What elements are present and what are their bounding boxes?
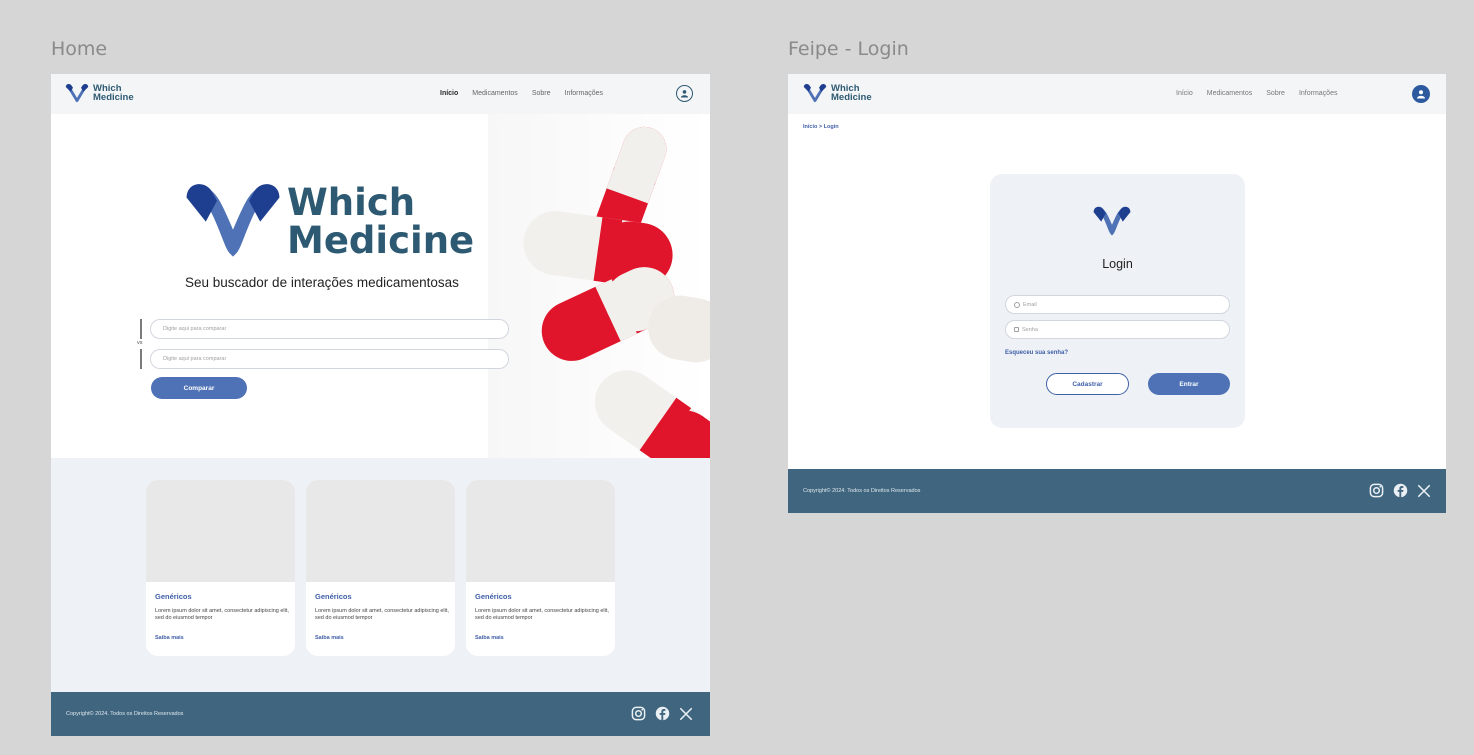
home-nav-menu: Início Medicamentos Sobre Informações (440, 90, 603, 97)
user-account-icon[interactable] (676, 85, 693, 102)
home-frame-label: Home (51, 38, 108, 60)
card-title: Genéricos (315, 592, 352, 601)
home-footer: Copyright© 2024. Todos os Direitos Reser… (51, 692, 710, 736)
breadcrumb[interactable]: Início > Login (803, 124, 839, 130)
card-text: Lorem ipsum dolor sit amet, consectetur … (155, 608, 289, 621)
info-card[interactable]: Genéricos Lorem ipsum dolor sit amet, co… (306, 480, 455, 656)
login-title: Login (1102, 257, 1133, 271)
hero-logo-icon (186, 184, 280, 257)
copyright-text: Copyright© 2024. Todos os Direitos Reser… (66, 711, 184, 717)
login-frame-label: Feipe - Login (788, 38, 909, 60)
register-button[interactable]: Cadastrar (1046, 373, 1129, 395)
forgot-password-link[interactable]: Esqueceu sua senha? (1005, 350, 1068, 356)
brand-name: Which Medicine (831, 84, 872, 103)
navbar-logo[interactable]: Which Medicine (803, 83, 872, 103)
email-field[interactable]: Email (1005, 295, 1230, 314)
compare-input-bar-2 (140, 349, 142, 369)
card-text: Lorem ipsum dolor sit amet, consectetur … (315, 608, 449, 621)
facebook-icon[interactable] (1393, 483, 1408, 498)
hero-tagline: Seu buscador de interações medicamentosa… (185, 275, 459, 290)
lock-icon (1014, 327, 1019, 332)
nav-item-sobre[interactable]: Sobre (532, 90, 551, 97)
nav-item-sobre[interactable]: Sobre (1266, 90, 1285, 97)
info-card[interactable]: Genéricos Lorem ipsum dolor sit amet, co… (146, 480, 295, 656)
brand-logo-icon (803, 83, 827, 102)
brand-name-line2: Medicine (831, 92, 872, 103)
login-footer: Copyright© 2024. Todos os Direitos Reser… (788, 469, 1446, 513)
login-nav-menu: Início Medicamentos Sobre Informações (1176, 90, 1337, 97)
home-frame: Which Medicine Início Medicamentos Sobre… (51, 74, 710, 736)
password-field[interactable]: Senha (1005, 320, 1230, 339)
card-read-more-link[interactable]: Saiba mais (475, 635, 504, 641)
drug-input-2[interactable]: Digite aqui para comparar (150, 349, 509, 369)
drug-input-1[interactable]: Digite aqui para comparar (150, 319, 509, 339)
card-read-more-link[interactable]: Saiba mais (155, 635, 184, 641)
social-links (1369, 483, 1431, 498)
vs-label: vs (137, 340, 143, 346)
info-card[interactable]: Genéricos Lorem ipsum dolor sit amet, co… (466, 480, 615, 656)
card-image-placeholder (306, 480, 455, 582)
x-icon[interactable] (1417, 484, 1431, 498)
cards-section: Genéricos Lorem ipsum dolor sit amet, co… (51, 458, 710, 692)
hero-brand-line1: Which (287, 181, 416, 224)
nav-item-informacoes[interactable]: Informações (1299, 90, 1338, 97)
brand-name-line2: Medicine (93, 92, 134, 103)
card-image-placeholder (466, 480, 615, 582)
login-frame: Which Medicine Início Medicamentos Sobre… (788, 74, 1446, 513)
login-card: Login Email Senha Esqueceu sua senha? Ca… (990, 174, 1245, 428)
hero-brand-name: Which Medicine (287, 184, 474, 260)
facebook-icon[interactable] (655, 706, 670, 721)
nav-item-informacoes[interactable]: Informações (565, 90, 604, 97)
nav-item-inicio[interactable]: Início (1176, 90, 1193, 97)
user-account-icon[interactable] (1412, 85, 1430, 103)
nav-item-medicamentos[interactable]: Medicamentos (472, 90, 518, 97)
card-title: Genéricos (155, 592, 192, 601)
card-text: Lorem ipsum dolor sit amet, consectetur … (475, 608, 609, 621)
compare-input-bar-1 (140, 319, 142, 339)
card-title: Genéricos (475, 592, 512, 601)
social-links (631, 706, 693, 721)
login-navbar: Which Medicine Início Medicamentos Sobre… (788, 74, 1446, 114)
email-placeholder: Email (1023, 301, 1037, 308)
brand-logo-icon (65, 83, 89, 102)
home-navbar: Which Medicine Início Medicamentos Sobre… (51, 74, 710, 114)
instagram-icon[interactable] (631, 706, 646, 721)
hero-pills-image (488, 114, 710, 458)
nav-item-inicio[interactable]: Início (440, 90, 458, 97)
hero-brand-line2: Medicine (287, 219, 475, 262)
login-logo-icon (1093, 206, 1131, 236)
brand-name: Which Medicine (93, 84, 134, 103)
card-read-more-link[interactable]: Saiba mais (315, 635, 344, 641)
password-placeholder: Senha (1022, 326, 1038, 333)
navbar-logo[interactable]: Which Medicine (65, 83, 134, 103)
nav-item-medicamentos[interactable]: Medicamentos (1207, 90, 1253, 97)
compare-button[interactable]: Comparar (151, 377, 247, 399)
copyright-text: Copyright© 2024. Todos os Direitos Reser… (803, 488, 921, 494)
x-icon[interactable] (679, 707, 693, 721)
instagram-icon[interactable] (1369, 483, 1384, 498)
login-submit-button[interactable]: Entrar (1148, 373, 1230, 395)
globe-icon (1014, 301, 1020, 308)
card-image-placeholder (146, 480, 295, 582)
hero-section: Which Medicine Seu buscador de interaçõe… (51, 114, 710, 458)
